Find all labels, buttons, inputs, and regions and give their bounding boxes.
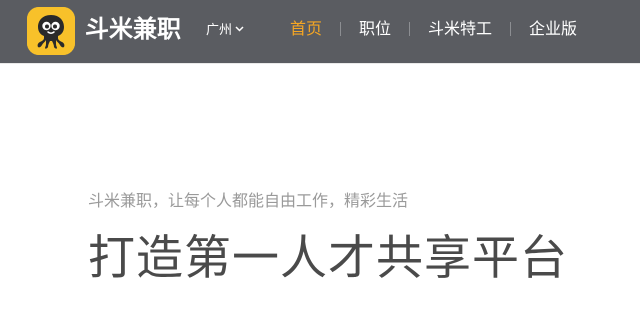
city-label: 广州 <box>206 23 233 38</box>
hero-headline: 打造第一人才共享平台 <box>88 231 568 286</box>
nav-divider <box>340 22 341 36</box>
nav-item-enterprise[interactable]: 企业版 <box>529 17 577 41</box>
nav-divider <box>409 22 410 36</box>
hero-tagline: 斗米兼职，让每个人都能自由工作，精彩生活 <box>88 191 409 210</box>
nav-divider <box>510 22 511 36</box>
brand-name[interactable]: 斗米兼职 <box>85 14 181 44</box>
header-divider <box>0 63 640 64</box>
chevron-down-icon <box>235 20 244 38</box>
city-selector[interactable]: 广州 <box>206 20 244 40</box>
nav-item-home[interactable]: 首页 <box>290 17 322 41</box>
top-navbar: 斗米兼职 广州 首页 职位 斗米特工 企业版 <box>0 0 640 63</box>
nav-item-agent[interactable]: 斗米特工 <box>428 17 492 41</box>
page: 斗米兼职 广州 首页 职位 斗米特工 企业版 斗米兼职，让每个人都能自由工作，精… <box>0 0 640 316</box>
nav-item-jobs[interactable]: 职位 <box>359 17 391 41</box>
octopus-logo-icon[interactable] <box>27 7 75 55</box>
